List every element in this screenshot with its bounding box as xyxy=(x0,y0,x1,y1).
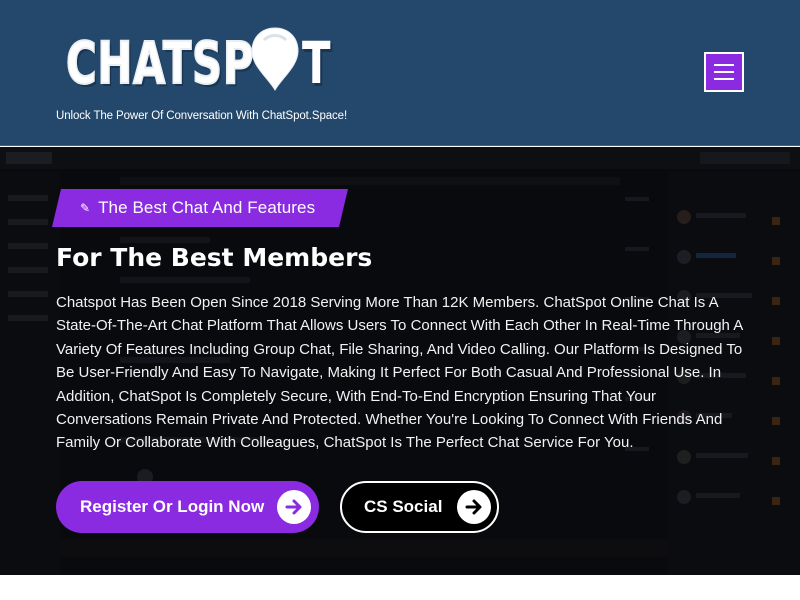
arrow-right-icon xyxy=(457,490,491,524)
arrow-right-icon xyxy=(277,490,311,524)
site-tagline: Unlock The Power Of Conversation With Ch… xyxy=(56,110,348,122)
hamburger-icon-line xyxy=(714,71,734,73)
site-header: CHATSP T Unlock The Power Of Conversatio… xyxy=(0,0,800,146)
logo-text: CHATSP xyxy=(65,28,255,98)
cs-social-button[interactable]: CS Social xyxy=(340,481,499,533)
hero-description: Chatspot Has Been Open Since 2018 Servin… xyxy=(56,294,743,452)
hero-section: ✎ The Best Chat And Features For The Bes… xyxy=(0,147,800,575)
register-login-label: Register Or Login Now xyxy=(80,497,265,516)
site-logo[interactable]: CHATSP T xyxy=(65,22,331,104)
location-pin-icon xyxy=(251,27,299,91)
features-badge: ✎ The Best Chat And Features xyxy=(52,189,348,227)
cs-social-label: CS Social xyxy=(364,497,443,516)
register-login-button[interactable]: Register Or Login Now xyxy=(56,481,319,533)
hamburger-icon-line xyxy=(714,64,734,66)
hamburger-icon-line xyxy=(714,78,734,80)
logo-text-end: T xyxy=(302,29,331,97)
menu-button[interactable] xyxy=(704,52,744,92)
badge-label: The Best Chat And Features xyxy=(98,198,316,217)
pencil-icon: ✎ xyxy=(80,201,91,215)
hero-title: For The Best Members xyxy=(56,243,373,272)
